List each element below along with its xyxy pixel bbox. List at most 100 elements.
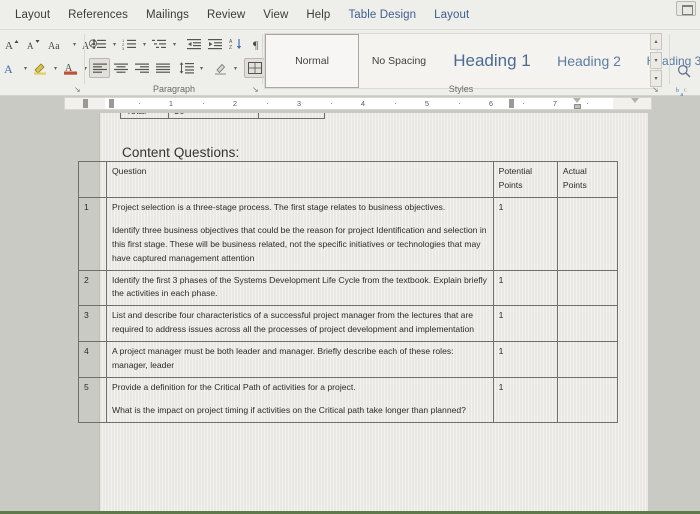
styles-gallery-scroll: ▴ ▾ ▾ xyxy=(650,33,662,87)
question-paragraph: List and describe four characteristics o… xyxy=(111,310,475,335)
svg-text:¶: ¶ xyxy=(253,38,259,50)
row-number-cell: 3 xyxy=(78,305,107,343)
ruler-right-indent-marker[interactable] xyxy=(574,104,581,109)
row-question-cell[interactable]: Project selection is a three-stage proce… xyxy=(105,196,494,271)
multilevel-caret-icon[interactable]: ▾ xyxy=(170,34,179,54)
svg-text:b: b xyxy=(676,88,679,94)
row-question-cell[interactable]: List and describe four characteristics o… xyxy=(105,305,494,343)
shading-icon[interactable] xyxy=(210,58,231,78)
ruler-tab-stop[interactable] xyxy=(509,99,514,108)
ribbon: A A Aa ▾ A A ▾ ▾ A ▾ ↘ ▾ 1 2 3 ▾ ▾ A Z ¶… xyxy=(0,30,700,118)
row-potential-points-cell[interactable]: 1 xyxy=(492,196,558,271)
header-potential-points-cell: Potential Points xyxy=(492,161,558,198)
decrease-indent-icon[interactable] xyxy=(184,34,205,54)
actual-line1: Actual xyxy=(562,166,587,176)
row-potential-points-cell[interactable]: 1 xyxy=(492,305,558,343)
ribbon-tab-mailings[interactable]: Mailings xyxy=(137,5,198,25)
ribbon-tab-table-design[interactable]: Table Design xyxy=(339,5,425,25)
styles-gallery: Normal No Spacing Heading 1 Heading 2 He… xyxy=(264,33,700,89)
question-paragraph: What is the impact on project timing if … xyxy=(111,404,466,415)
change-case-icon[interactable]: Aa xyxy=(44,34,70,54)
row-number-cell: 5 xyxy=(78,377,107,423)
horizontal-ruler[interactable]: 1 2 3 4 5 6 7 xyxy=(64,97,652,110)
document-canvas[interactable]: Total 30 Content Questions: Question Pot… xyxy=(0,113,700,514)
multilevel-list-icon[interactable] xyxy=(149,34,170,54)
highlight-caret-icon[interactable]: ▾ xyxy=(51,58,60,78)
text-effects-icon[interactable]: A xyxy=(0,58,21,78)
ribbon-tab-help[interactable]: Help xyxy=(297,5,339,25)
content-questions-table[interactable]: Question Potential Points Actual Points xyxy=(78,161,619,423)
ribbon-group-font: A A Aa ▾ A A ▾ ▾ A ▾ ↘ xyxy=(0,30,97,96)
styles-scroll-down-button[interactable]: ▾ xyxy=(650,51,662,69)
table-row[interactable]: 3 List and describe four characteristics… xyxy=(78,305,619,343)
ribbon-tab-layout[interactable]: Layout xyxy=(6,5,59,25)
ribbon-tab-review[interactable]: Review xyxy=(198,5,254,25)
text-effects-caret-icon[interactable]: ▾ xyxy=(21,58,30,78)
change-case-caret-icon[interactable]: ▾ xyxy=(70,34,79,54)
header-number-cell xyxy=(78,161,107,198)
style-heading-2[interactable]: Heading 2 xyxy=(545,34,633,88)
bullets-icon[interactable] xyxy=(89,34,110,54)
shading-caret-icon[interactable]: ▾ xyxy=(231,58,240,78)
text-highlight-color-icon[interactable] xyxy=(30,58,51,78)
numbering-icon[interactable]: 1 2 3 xyxy=(119,34,140,54)
svg-text:A: A xyxy=(5,40,13,51)
row-potential-points-cell[interactable]: 1 xyxy=(492,341,558,379)
total-points-table[interactable]: Total 30 xyxy=(120,113,325,119)
row-potential-points-cell[interactable]: 1 xyxy=(492,377,558,423)
grow-font-icon[interactable]: A xyxy=(2,34,23,54)
ruler-tick xyxy=(587,103,588,104)
styles-dialog-launcher[interactable]: ↘ xyxy=(652,86,660,94)
align-right-icon[interactable] xyxy=(131,58,152,78)
row-actual-points-cell[interactable] xyxy=(556,341,619,379)
font-color-icon[interactable]: A xyxy=(60,58,81,78)
ruler-indent-marker[interactable] xyxy=(109,99,114,108)
bullets-caret-icon[interactable]: ▾ xyxy=(110,34,119,54)
ruler-right-margin-marker[interactable] xyxy=(631,98,639,103)
row-actual-points-cell[interactable] xyxy=(556,196,619,271)
increase-indent-icon[interactable] xyxy=(205,34,226,54)
shrink-font-icon[interactable]: A xyxy=(23,34,44,54)
align-center-icon[interactable] xyxy=(110,58,131,78)
styles-scroll-up-button[interactable]: ▴ xyxy=(650,33,662,50)
justify-icon[interactable] xyxy=(152,58,173,78)
find-icon[interactable] xyxy=(672,61,696,81)
style-no-spacing[interactable]: No Spacing xyxy=(359,34,439,88)
align-left-icon[interactable] xyxy=(89,58,110,78)
table-row[interactable]: 2 Identify the first 3 phases of the Sys… xyxy=(78,269,619,307)
ribbon-tab-view[interactable]: View xyxy=(254,5,297,25)
row-question-cell[interactable]: Provide a definition for the Critical Pa… xyxy=(105,377,494,423)
row-question-cell[interactable]: Identify the first 3 phases of the Syste… xyxy=(105,269,494,307)
question-paragraph: Project selection is a three-stage proce… xyxy=(111,201,446,212)
ruler-first-line-indent-marker[interactable] xyxy=(573,98,581,103)
style-normal[interactable]: Normal xyxy=(265,34,359,88)
actual-line2: Points xyxy=(562,179,587,190)
row-actual-points-cell[interactable] xyxy=(556,377,619,423)
svg-text:A: A xyxy=(4,62,13,75)
row-question-cell[interactable]: A project manager must be both leader an… xyxy=(105,341,494,379)
ruler-number-2: 2 xyxy=(232,99,238,108)
total-empty-cell[interactable] xyxy=(259,113,324,118)
line-spacing-caret-icon[interactable]: ▾ xyxy=(197,58,206,78)
ribbon-tab-references[interactable]: References xyxy=(59,5,137,25)
numbering-caret-icon[interactable]: ▾ xyxy=(140,34,149,54)
table-row[interactable]: 1 Project selection is a three-stage pro… xyxy=(78,196,619,271)
sort-icon[interactable]: A Z xyxy=(226,34,247,54)
table-row[interactable]: 5 Provide a definition for the Critical … xyxy=(78,377,619,423)
ribbon-group-styles: Normal No Spacing Heading 1 Heading 2 He… xyxy=(264,30,700,96)
line-spacing-icon[interactable] xyxy=(176,58,197,78)
row-actual-points-cell[interactable] xyxy=(556,305,619,343)
style-heading-1[interactable]: Heading 1 xyxy=(439,34,545,88)
ruler-tick xyxy=(203,103,204,104)
group-separator xyxy=(669,34,670,84)
row-potential-points-cell[interactable]: 1 xyxy=(492,269,558,307)
paragraph-dialog-launcher[interactable]: ↘ xyxy=(252,86,260,94)
font-dialog-launcher[interactable]: ↘ xyxy=(74,86,82,94)
row-actual-points-cell[interactable] xyxy=(556,269,619,307)
ribbon-tab-table-layout[interactable]: Layout xyxy=(425,5,478,25)
table-row[interactable]: 4 A project manager must be both leader … xyxy=(78,341,619,379)
restore-window-button[interactable] xyxy=(676,1,696,16)
ruler-margin-marker-left[interactable] xyxy=(83,99,88,108)
total-value-cell[interactable]: 30 xyxy=(169,113,259,118)
document-page[interactable]: Total 30 Content Questions: Question Pot… xyxy=(78,113,648,514)
